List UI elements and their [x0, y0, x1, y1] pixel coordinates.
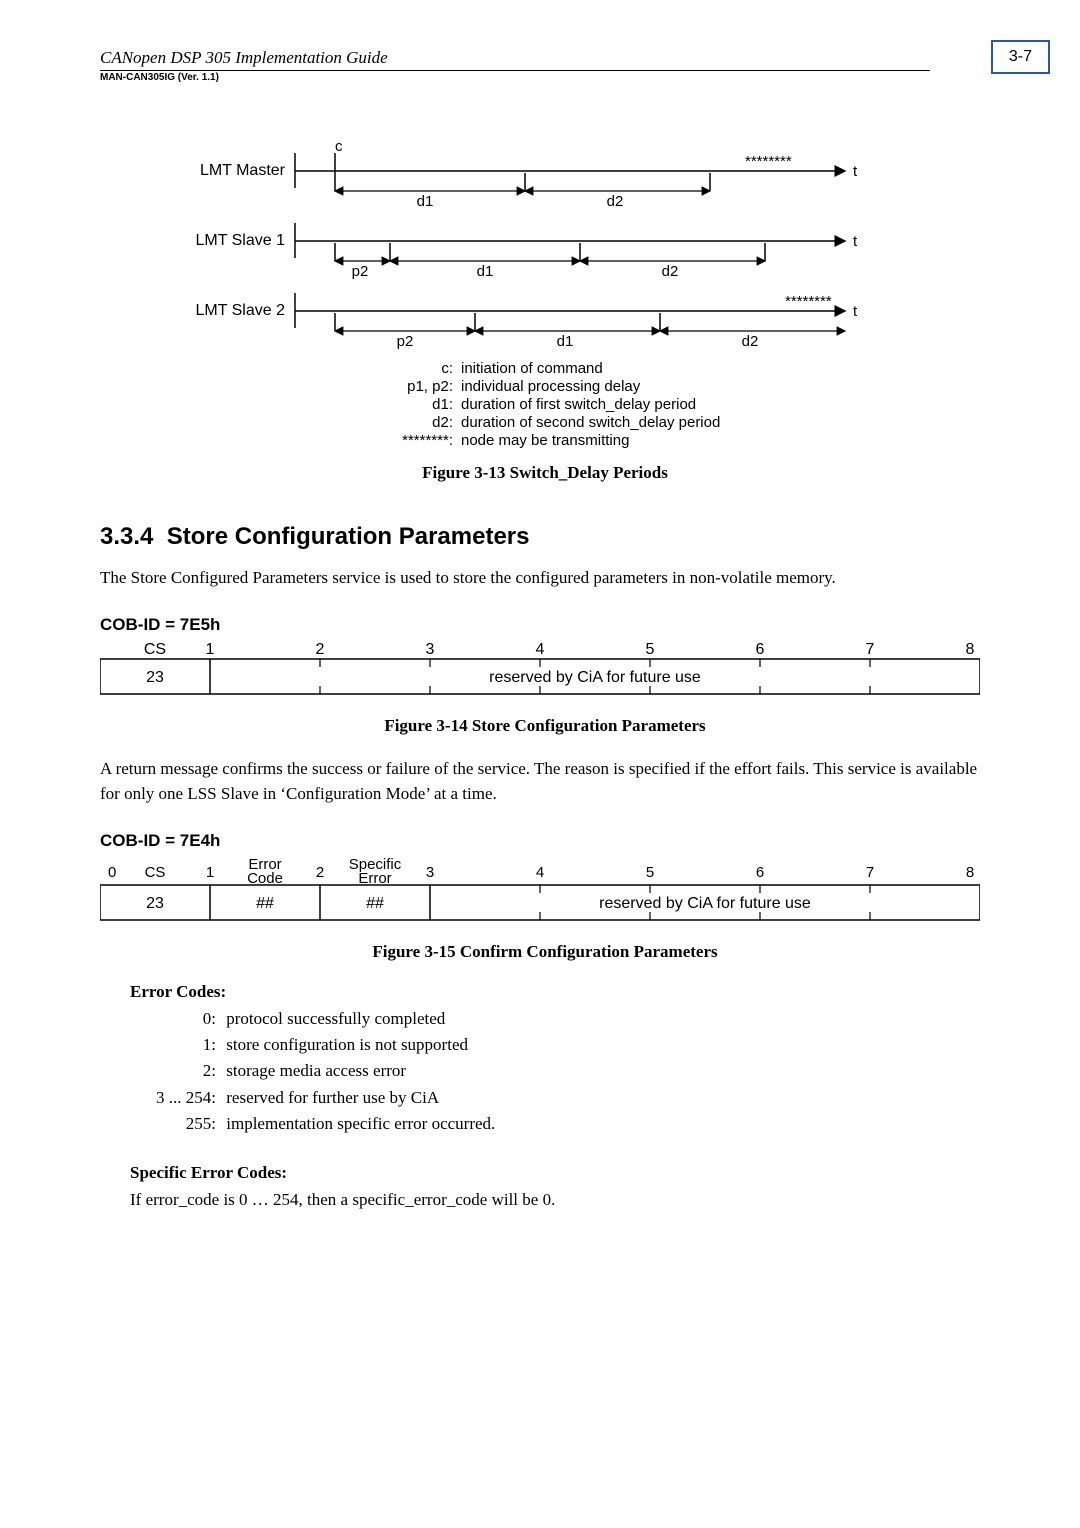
svg-text:8: 8: [966, 864, 974, 881]
svg-text:d1: d1: [477, 263, 494, 280]
error-codes-title: Error Codes:: [130, 982, 990, 1002]
svg-text:2: 2: [316, 641, 325, 658]
svg-text:3: 3: [426, 864, 434, 881]
specific-error-text: If error_code is 0 … 254, then a specifi…: [130, 1187, 990, 1213]
doc-subtitle: MAN-CAN305IG (Ver. 1.1): [100, 72, 930, 83]
svg-text:duration of first switch_delay: duration of first switch_delay period: [461, 396, 696, 413]
svg-text:7: 7: [866, 641, 875, 658]
svg-text:1: 1: [206, 641, 215, 658]
frame-table-7e4h: 0 CS 1 Error Code 2 Specific Error 3 4 5…: [100, 855, 980, 923]
svg-text:p2: p2: [352, 263, 369, 280]
svg-text:7: 7: [866, 864, 874, 881]
svg-text:8: 8: [966, 641, 975, 658]
svg-text:t: t: [853, 233, 858, 250]
cobid-7e4h: COB-ID = 7E4h: [100, 831, 990, 851]
doc-title: CANopen DSP 305 Implementation Guide: [100, 48, 930, 71]
svg-text:##: ##: [366, 895, 384, 912]
row-slave2: LMT Slave 2: [195, 302, 285, 319]
row-master: LMT Master: [200, 162, 286, 179]
svg-text:c: c: [335, 138, 343, 155]
cobid-7e5h: COB-ID = 7E5h: [100, 615, 990, 635]
paragraph: A return message confirms the success or…: [100, 756, 990, 807]
svg-text:individual processing delay: individual processing delay: [461, 378, 641, 395]
svg-text:##: ##: [256, 895, 274, 912]
svg-text:duration of second switch_dela: duration of second switch_delay period: [461, 414, 720, 431]
error-codes-list: 0: protocol successfully completed 1: st…: [130, 1006, 990, 1138]
svg-text:CS: CS: [144, 641, 166, 658]
page-number: 3-7: [991, 40, 1050, 74]
svg-text:d2: d2: [662, 263, 679, 280]
svg-text:d1: d1: [557, 333, 574, 350]
svg-text:t: t: [853, 303, 858, 320]
svg-text:0: 0: [108, 864, 116, 881]
paragraph: The Store Configured Parameters service …: [100, 565, 990, 591]
svg-text:reserved by CiA for future use: reserved by CiA for future use: [599, 895, 811, 912]
figure-3-13-caption: Figure 3-13 Switch_Delay Periods: [100, 463, 990, 483]
figure-3-14-caption: Figure 3-14 Store Configuration Paramete…: [100, 716, 990, 736]
svg-text:********: ********: [745, 153, 792, 170]
svg-text:********: ********: [785, 293, 832, 310]
svg-text:6: 6: [756, 641, 765, 658]
svg-text:p2: p2: [397, 333, 414, 350]
svg-text:d2: d2: [607, 193, 624, 210]
svg-text:********:: ********:: [402, 432, 453, 449]
svg-text:p1, p2:: p1, p2:: [407, 378, 453, 395]
svg-text:23: 23: [146, 669, 164, 686]
svg-text:d1: d1: [417, 193, 434, 210]
frame-table-7e5h: CS 1 2 3 4 5 6 7 8 23 reserved by CiA fo…: [100, 639, 980, 697]
timing-diagram: LMT Master LMT Slave 1 LMT Slave 2 c d1 …: [185, 133, 905, 453]
svg-text:3: 3: [426, 641, 435, 658]
svg-text:6: 6: [756, 864, 764, 881]
svg-text:5: 5: [646, 641, 655, 658]
row-slave1: LMT Slave 1: [195, 232, 285, 249]
svg-text:1: 1: [206, 864, 214, 881]
svg-text:c:: c:: [441, 360, 453, 377]
svg-text:5: 5: [646, 864, 654, 881]
section-heading: 3.3.4 Store Configuration Parameters: [100, 523, 990, 551]
svg-text:d2: d2: [742, 333, 759, 350]
svg-text:d2:: d2:: [432, 414, 453, 431]
specific-error-title: Specific Error Codes:: [130, 1163, 990, 1183]
svg-text:2: 2: [316, 864, 324, 881]
svg-text:node may be transmitting: node may be transmitting: [461, 432, 629, 449]
svg-text:reserved by CiA for future use: reserved by CiA for future use: [489, 669, 701, 686]
svg-text:t: t: [853, 163, 858, 180]
svg-text:4: 4: [536, 864, 544, 881]
svg-text:initiation of command: initiation of command: [461, 360, 603, 377]
svg-text:4: 4: [536, 641, 545, 658]
svg-text:CS: CS: [145, 864, 166, 881]
figure-3-15-caption: Figure 3-15 Confirm Configuration Parame…: [100, 942, 990, 962]
svg-text:d1:: d1:: [432, 396, 453, 413]
svg-text:23: 23: [146, 895, 164, 912]
